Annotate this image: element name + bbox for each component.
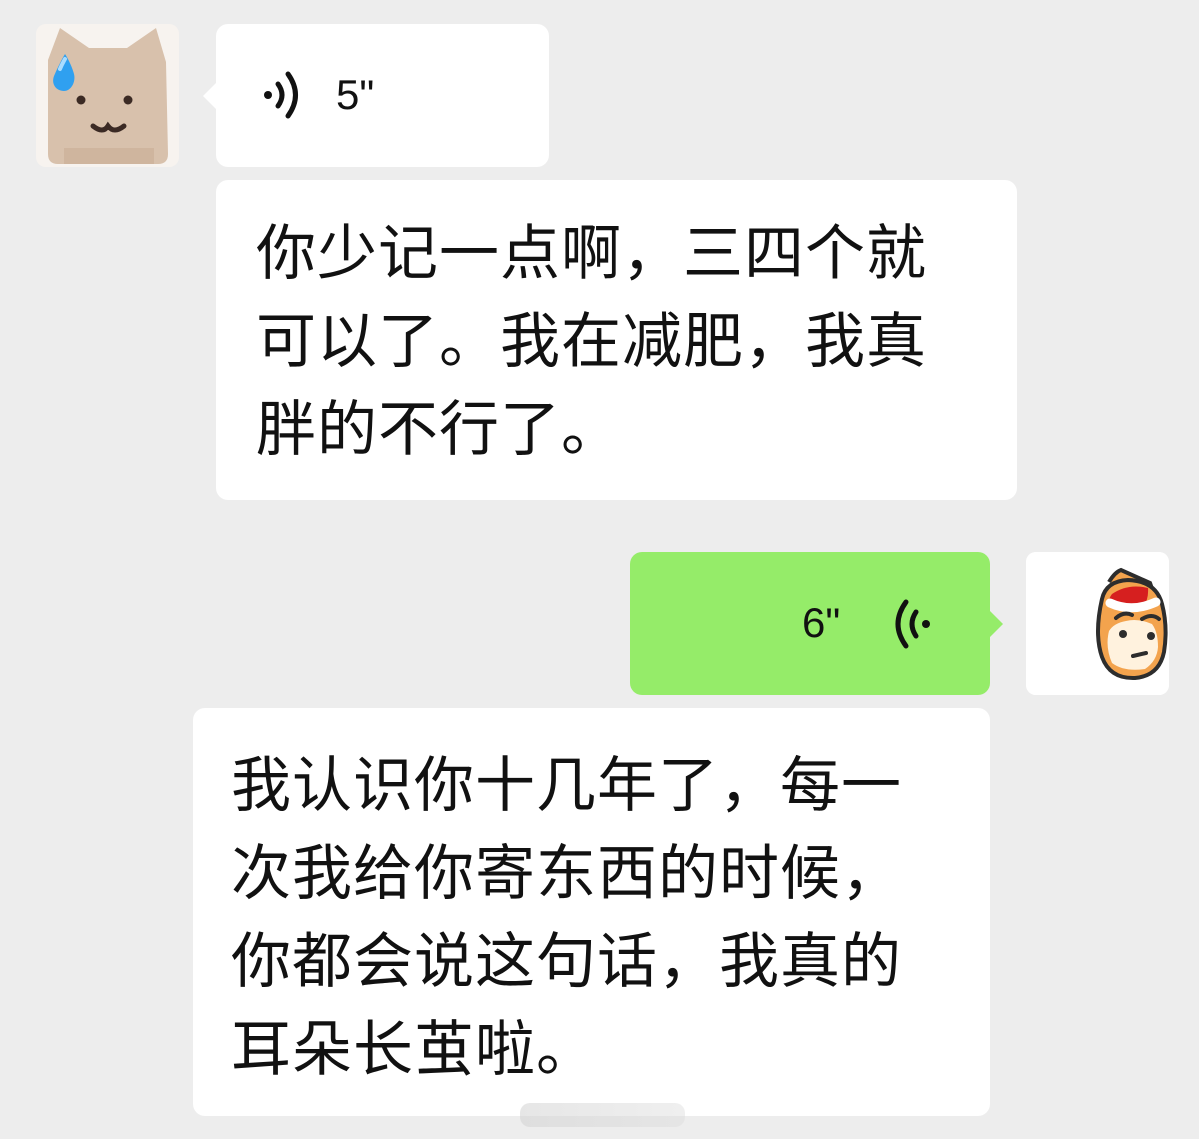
message-text: 我认识你十几年了，每一次我给你寄东西的时候，你都会说这句话，我真的耳朵长茧啦。 xyxy=(231,751,902,1085)
incoming-voice-message[interactable]: 5" xyxy=(203,24,549,167)
message-text: 你少记一点啊，三四个就可以了。我在减肥，我真胖的不行了。 xyxy=(256,219,927,465)
incoming-text-message[interactable]: 你少记一点啊，三四个就可以了。我在减肥，我真胖的不行了。 xyxy=(216,180,1017,500)
incoming-text-message[interactable]: 我认识你十几年了，每一次我给你寄东西的时候，你都会说这句话，我真的耳朵长茧啦。 xyxy=(193,708,990,1116)
voice-duration: 6" xyxy=(802,599,841,646)
right-avatar[interactable] xyxy=(1026,552,1169,695)
voice-duration: 5" xyxy=(336,71,375,118)
santa-cat-avatar-icon xyxy=(1026,552,1169,695)
left-avatar[interactable] xyxy=(36,24,179,167)
blurred-watermark xyxy=(520,1103,685,1127)
outgoing-voice-message[interactable]: 6" xyxy=(630,552,1003,695)
voice-wave-icon xyxy=(264,71,298,119)
crying-cat-avatar-icon xyxy=(36,24,179,167)
voice-wave-icon xyxy=(895,599,930,649)
